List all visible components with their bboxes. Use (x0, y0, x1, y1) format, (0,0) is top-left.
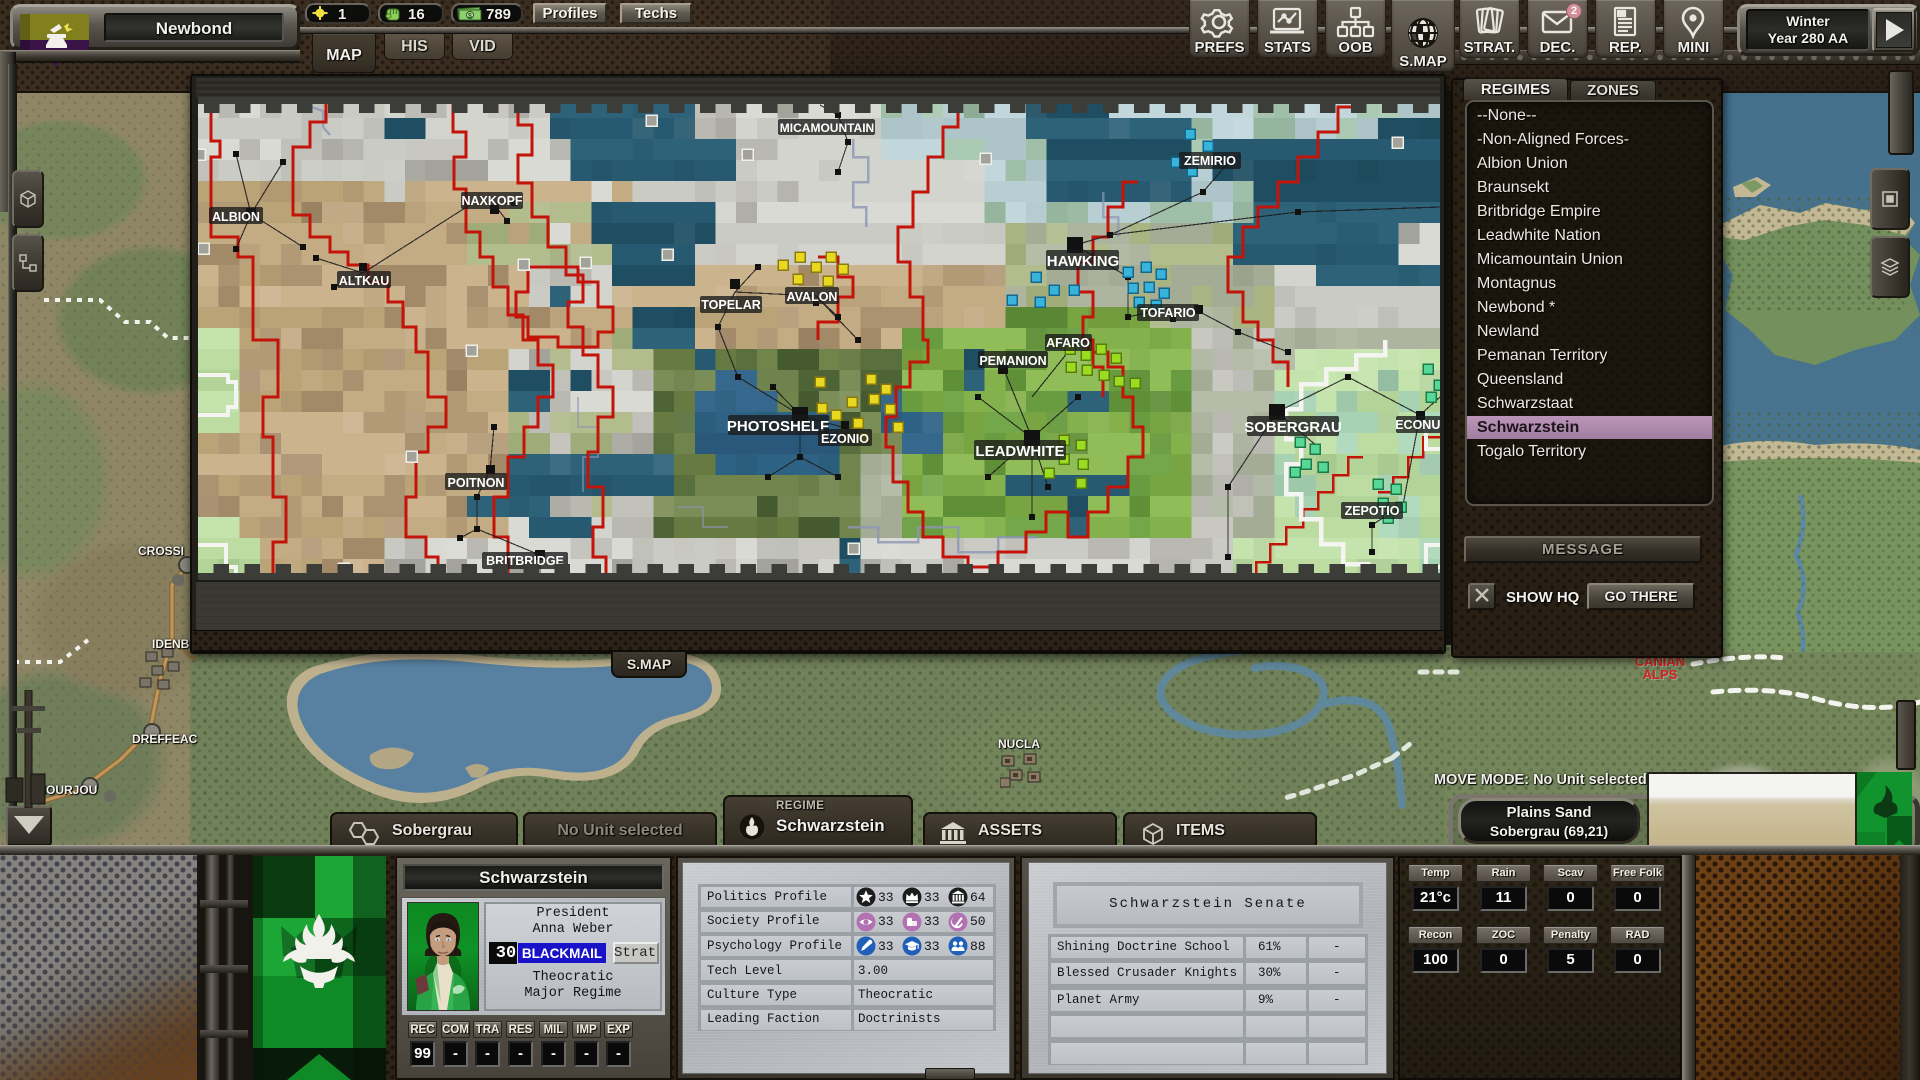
svg-text:MICAMOUNTAIN: MICAMOUNTAIN (780, 121, 874, 135)
svg-text:POITNON: POITNON (448, 476, 505, 490)
svg-text:ECONUM: ECONUM (1395, 418, 1440, 432)
svg-text:PHOTOSHELF: PHOTOSHELF (727, 418, 829, 435)
svg-text:SOBERGRAU: SOBERGRAU (1244, 419, 1342, 436)
svg-text:PEMANION: PEMANION (979, 354, 1046, 368)
svg-text:$: $ (468, 13, 472, 20)
svg-text:LEADWHITE: LEADWHITE (975, 443, 1064, 460)
svg-text:TOPELAR: TOPELAR (701, 298, 761, 312)
svg-text:ALBION: ALBION (212, 210, 260, 224)
svg-text:AVALON: AVALON (787, 290, 838, 304)
svg-text:ZEPOTIO: ZEPOTIO (1345, 504, 1400, 518)
svg-text:NAXKOPF: NAXKOPF (461, 194, 522, 208)
svg-text:AFARO: AFARO (1046, 336, 1090, 350)
svg-text:TOFARIO: TOFARIO (1140, 306, 1196, 320)
svg-text:HAWKING: HAWKING (1047, 253, 1120, 270)
svg-text:EZONIO: EZONIO (821, 432, 869, 446)
svg-text:ALTKAU: ALTKAU (339, 274, 389, 288)
svg-text:ZEMIRIO: ZEMIRIO (1184, 154, 1236, 168)
